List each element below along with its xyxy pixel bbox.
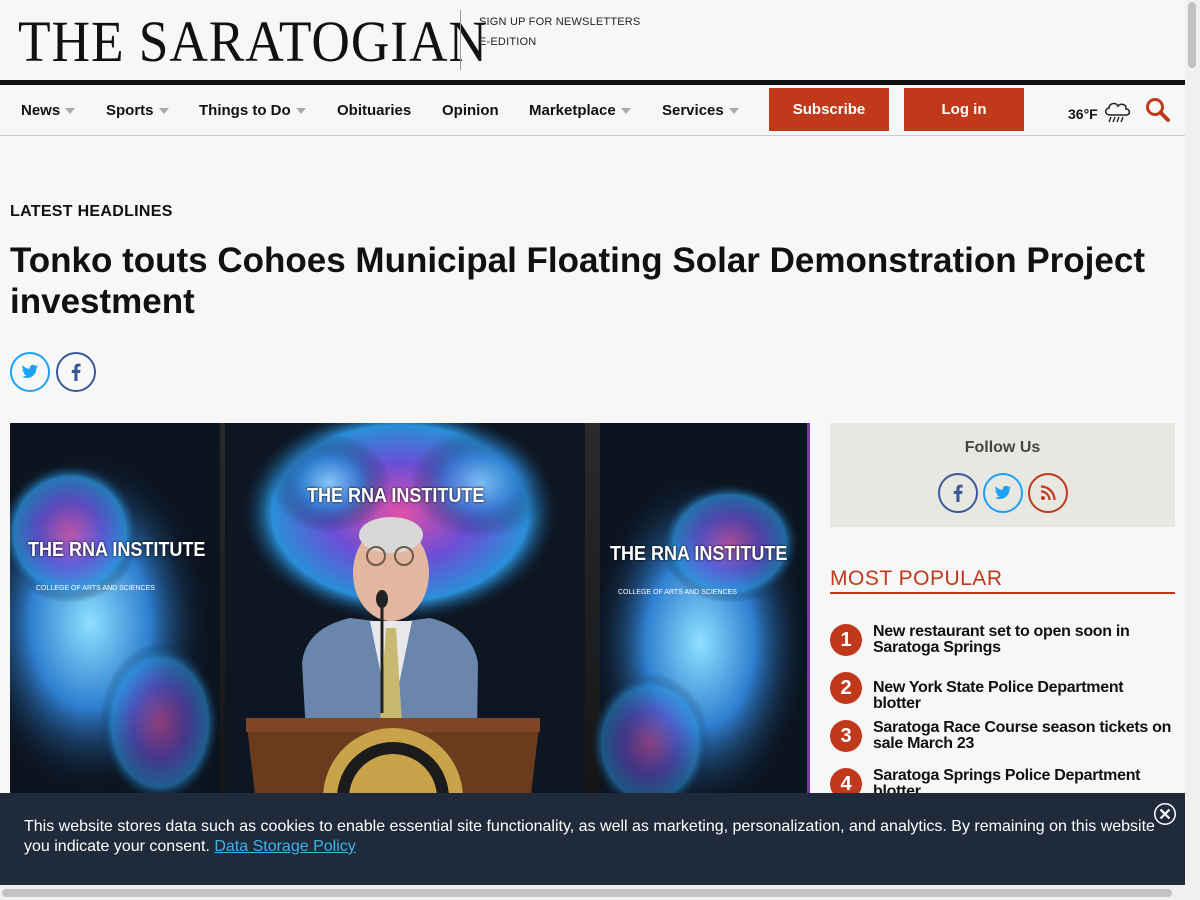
- chevron-down-icon: [728, 108, 739, 115]
- subscribe-button[interactable]: Subscribe: [769, 88, 889, 131]
- most-popular-title: MOST POPULAR: [830, 567, 1175, 594]
- banner-subtitle-left: COLLEGE OF ARTS AND SCIENCES: [36, 585, 155, 592]
- chevron-down-icon: [295, 108, 306, 115]
- rank-badge: 1: [830, 624, 862, 656]
- most-popular-link[interactable]: New York State Police Department blotter: [873, 680, 1175, 712]
- masthead-links: SIGN UP FOR NEWSLETTERS E-EDITION: [479, 12, 640, 52]
- nav-item-sports[interactable]: Sports: [106, 102, 169, 119]
- cookie-text: This website stores data such as cookies…: [24, 817, 1164, 857]
- horizontal-scrollbar-thumb[interactable]: [2, 889, 1172, 897]
- twitter-icon: [994, 485, 1012, 499]
- vertical-scrollbar-thumb[interactable]: [1188, 2, 1196, 68]
- main-nav: News Sports Things to Do Obituaries Opin…: [0, 85, 1185, 136]
- chevron-down-icon: [158, 108, 169, 115]
- article-headline: Tonko touts Cohoes Municipal Floating So…: [10, 241, 1145, 321]
- most-popular-link[interactable]: Saratoga Race Course season tickets on s…: [873, 720, 1175, 752]
- follow-rss-button[interactable]: [1028, 473, 1068, 513]
- most-popular-item[interactable]: 1 New restaurant set to open soon in Sar…: [830, 624, 1175, 656]
- nav-item-opinion[interactable]: Opinion: [442, 102, 499, 119]
- e-edition-link[interactable]: E-EDITION: [479, 32, 640, 52]
- temperature: 36°F: [1068, 105, 1098, 122]
- cookie-banner: This website stores data such as cookies…: [0, 793, 1185, 885]
- banner-label-right: THE RNA INSTITUTE: [610, 543, 788, 565]
- nav-item-obituaries[interactable]: Obituaries: [337, 102, 411, 119]
- banner-label-center: THE RNA INSTITUTE: [307, 485, 485, 507]
- login-button[interactable]: Log in: [904, 88, 1024, 131]
- nav-item-marketplace[interactable]: Marketplace: [529, 102, 631, 119]
- search-icon[interactable]: [1145, 97, 1171, 128]
- masthead: THE SARATOGIAN SIGN UP FOR NEWSLETTERS E…: [0, 0, 1185, 80]
- newsletter-signup-link[interactable]: SIGN UP FOR NEWSLETTERS: [479, 12, 640, 32]
- rss-icon: [1040, 485, 1056, 501]
- close-icon[interactable]: [1152, 801, 1178, 827]
- nav-item-news[interactable]: News: [21, 102, 76, 119]
- section-kicker[interactable]: LATEST HEADLINES: [10, 203, 173, 221]
- facebook-icon: [71, 363, 81, 381]
- follow-twitter-button[interactable]: [983, 473, 1023, 513]
- data-storage-policy-link[interactable]: Data Storage Policy: [214, 838, 355, 855]
- weather-widget[interactable]: 36°F: [1068, 99, 1132, 128]
- banner-label-left: THE RNA INSTITUTE: [28, 539, 206, 561]
- chevron-down-icon: [65, 108, 76, 115]
- rank-badge: 3: [830, 720, 862, 752]
- rank-badge: 2: [830, 672, 862, 704]
- rain-cloud-icon: [1102, 99, 1132, 128]
- most-popular-link[interactable]: New restaurant set to open soon in Sarat…: [873, 624, 1175, 656]
- cookie-message: This website stores data such as cookies…: [24, 818, 1155, 855]
- follow-facebook-button[interactable]: [938, 473, 978, 513]
- twitter-icon: [21, 364, 39, 378]
- article-photo[interactable]: THE RNA INSTITUTE THE RNA INSTITUTE THE …: [10, 423, 810, 803]
- nav-item-services[interactable]: Services: [662, 102, 739, 119]
- facebook-icon: [953, 484, 963, 502]
- masthead-divider: [460, 10, 461, 70]
- follow-us-title: Follow Us: [964, 439, 1041, 456]
- share-twitter-button[interactable]: [10, 352, 50, 392]
- banner-subtitle-right: COLLEGE OF ARTS AND SCIENCES: [618, 589, 737, 596]
- vertical-scrollbar[interactable]: [1185, 0, 1200, 900]
- share-facebook-button[interactable]: [56, 352, 96, 392]
- most-popular-item[interactable]: 3 Saratoga Race Course season tickets on…: [830, 720, 1175, 752]
- nav-item-things-to-do[interactable]: Things to Do: [199, 102, 306, 119]
- follow-us-box: Follow Us: [830, 423, 1175, 527]
- most-popular-item[interactable]: 2 New York State Police Department blott…: [830, 672, 1175, 712]
- site-logo[interactable]: THE SARATOGIAN: [18, 10, 488, 74]
- chevron-down-icon: [620, 108, 631, 115]
